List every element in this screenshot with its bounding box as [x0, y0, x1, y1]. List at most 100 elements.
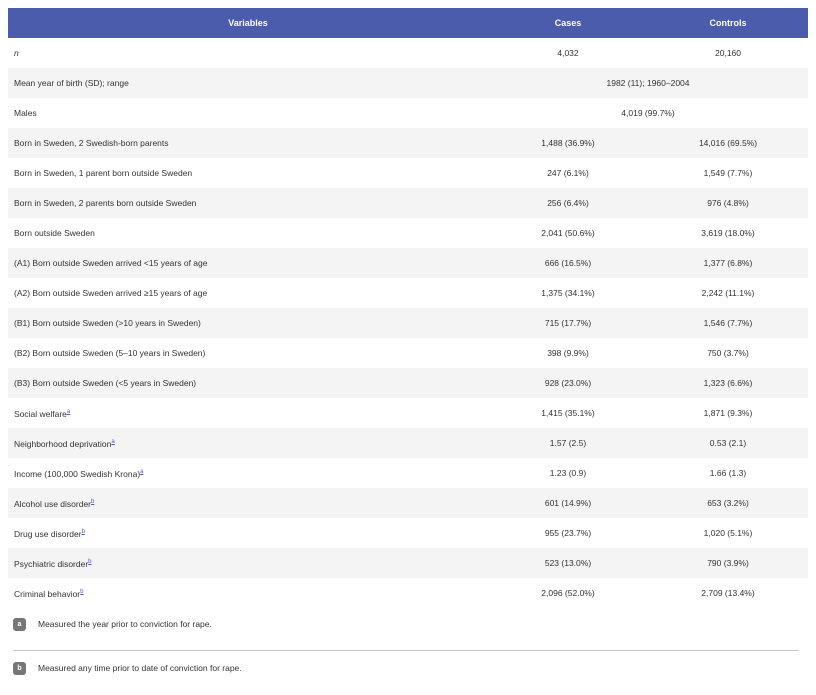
row-label-text: Born in Sweden, 2 parents born outside S…: [14, 198, 197, 208]
cases-value: 955 (23.7%): [488, 518, 648, 548]
row-label: Psychiatric disorderb: [8, 548, 488, 578]
footnote-ref[interactable]: a: [67, 407, 70, 415]
cases-value: 247 (6.1%): [488, 158, 648, 188]
table-row: (A1) Born outside Sweden arrived <15 yea…: [8, 248, 808, 278]
row-label: Born in Sweden, 2 parents born outside S…: [8, 188, 488, 218]
table-body: n 4,032 20,160 Mean year of birth (SD); ran…: [8, 38, 808, 608]
controls-value: 1,020 (5.1%): [648, 518, 808, 548]
footnote-ref-link[interactable]: a: [140, 469, 143, 475]
table-row: Mean year of birth (SD); range 1982 (11);…: [8, 68, 808, 98]
row-label-text: (A2) Born outside Sweden arrived ≥15 yea…: [14, 288, 208, 298]
cases-value: 4,032: [488, 38, 648, 68]
table-row: Born in Sweden, 2 Swedish-born parents 1,…: [8, 128, 808, 158]
footnote-a-text: Measured the year prior to conviction fo…: [38, 619, 212, 629]
controls-value: 653 (3.2%): [648, 488, 808, 518]
cases-value: 928 (23.0%): [488, 368, 648, 398]
row-label: (A2) Born outside Sweden arrived ≥15 yea…: [8, 278, 488, 308]
row-label: (B1) Born outside Sweden (>10 years in S…: [8, 308, 488, 338]
row-label: Males: [8, 98, 488, 128]
controls-value: 2,242 (11.1%): [648, 278, 808, 308]
cases-value: 1,488 (36.9%): [488, 128, 648, 158]
row-label-text: (B1) Born outside Sweden (>10 years in S…: [14, 318, 201, 328]
footnote-a-badge: a: [13, 617, 26, 631]
cases-value: 1,375 (34.1%): [488, 278, 648, 308]
table-row: Born in Sweden, 2 parents born outside S…: [8, 188, 808, 218]
row-label: Social welfarea: [8, 398, 488, 428]
cases-value: 1,415 (35.1%): [488, 398, 648, 428]
controls-value: 750 (3.7%): [648, 338, 808, 368]
footnote-ref[interactable]: b: [82, 527, 85, 535]
header-variables: Variables: [8, 8, 488, 38]
row-label-text: n: [14, 48, 19, 58]
row-label-text: Psychiatric disorder: [14, 558, 89, 569]
controls-value: 0.53 (2.1): [648, 428, 808, 458]
footnote-a: a Measured the year prior to conviction …: [13, 611, 799, 637]
row-label: Born in Sweden, 2 Swedish-born parents: [8, 128, 488, 158]
footnote-ref[interactable]: a: [111, 437, 114, 445]
row-label-text: Alcohol use disorder: [14, 498, 92, 509]
header-cases: Cases: [488, 8, 648, 38]
controls-value: 1,549 (7.7%): [648, 158, 808, 188]
row-label-text: Males: [14, 108, 37, 118]
row-label: Born in Sweden, 1 parent born outside Sw…: [8, 158, 488, 188]
footnote-ref-link[interactable]: a: [67, 409, 70, 415]
footnote-ref-link[interactable]: b: [91, 499, 94, 505]
footnote-ref[interactable]: b: [88, 557, 91, 565]
table-row: (B2) Born outside Sweden (5–10 years in …: [8, 338, 808, 368]
footnote-ref-link[interactable]: b: [80, 589, 83, 595]
cases-value: 715 (17.7%): [488, 308, 648, 338]
controls-value: 1.66 (1.3): [648, 458, 808, 488]
controls-value: 3,619 (18.0%): [648, 218, 808, 248]
table-row: n 4,032 20,160: [8, 38, 808, 68]
footnote-ref[interactable]: b: [91, 497, 94, 505]
cases-value: 1.57 (2.5): [488, 428, 648, 458]
footnotes: a Measured the year prior to conviction …: [13, 611, 799, 681]
cases-value: 398 (9.9%): [488, 338, 648, 368]
row-label-text: Born in Sweden, 1 parent born outside Sw…: [14, 168, 193, 178]
combined-value: 1982 (11); 1960–2004: [488, 68, 808, 98]
footnote-ref-link[interactable]: b: [82, 529, 85, 535]
controls-value: 2,709 (13.4%): [648, 578, 808, 608]
table-row: (A2) Born outside Sweden arrived ≥15 yea…: [8, 278, 808, 308]
row-label: n: [8, 38, 488, 68]
row-label: Born outside Sweden: [8, 218, 488, 248]
row-label: (A1) Born outside Sweden arrived <15 yea…: [8, 248, 488, 278]
controls-value: 14,016 (69.5%): [648, 128, 808, 158]
row-label: Alcohol use disorderb: [8, 488, 488, 518]
table-row: Males 4,019 (99.7%): [8, 98, 808, 128]
row-label: Mean year of birth (SD); range: [8, 68, 488, 98]
cases-value: 2,096 (52.0%): [488, 578, 648, 608]
table-row: Psychiatric disorderb 523 (13.0%) 790 (3.9…: [8, 548, 808, 578]
row-label-text: Born in Sweden, 2 Swedish-born parents: [14, 138, 169, 148]
footnote-ref[interactable]: b: [80, 587, 83, 595]
cases-value: 1.23 (0.9): [488, 458, 648, 488]
row-label: Income (100,000 Swedish Krona)a: [8, 458, 488, 488]
row-label-text: Drug use disorder: [14, 528, 82, 539]
page: Variables Cases Controls n 4,032 20,160 Mea…: [0, 0, 816, 695]
table-row: (B1) Born outside Sweden (>10 years in S…: [8, 308, 808, 338]
table-row: Income (100,000 Swedish Krona)a 1.23 (0.9…: [8, 458, 808, 488]
row-label: Drug use disorderb: [8, 518, 488, 548]
row-label: (B3) Born outside Sweden (<5 years in Sw…: [8, 368, 488, 398]
controls-value: 1,323 (6.6%): [648, 368, 808, 398]
cases-value: 2,041 (50.6%): [488, 218, 648, 248]
footnote-ref-link[interactable]: b: [88, 559, 91, 565]
table-row: Criminal behaviorb 2,096 (52.0%) 2,709 (13…: [8, 578, 808, 608]
table-row: Born in Sweden, 1 parent born outside Sw…: [8, 158, 808, 188]
row-label-text: Criminal behavior: [14, 588, 81, 599]
combined-value: 4,019 (99.7%): [488, 98, 808, 128]
table-row: Neighborhood deprivationa 1.57 (2.5) 0.53 …: [8, 428, 808, 458]
row-label: Neighborhood deprivationa: [8, 428, 488, 458]
header-controls: Controls: [648, 8, 808, 38]
table-row: Drug use disorderb 955 (23.7%) 1,020 (5.1%…: [8, 518, 808, 548]
data-table: Variables Cases Controls n 4,032 20,160 Mea…: [8, 8, 808, 608]
controls-value: 1,871 (9.3%): [648, 398, 808, 428]
cases-value: 666 (16.5%): [488, 248, 648, 278]
footnote-ref[interactable]: a: [140, 467, 143, 475]
controls-value: 790 (3.9%): [648, 548, 808, 578]
footnote-b-text: Measured any time prior to date of convi…: [38, 663, 242, 673]
row-label-text: Neighborhood deprivation: [14, 438, 112, 449]
cases-value: 523 (13.0%): [488, 548, 648, 578]
footnote-ref-link[interactable]: a: [111, 439, 114, 445]
table-row: Alcohol use disorderb 601 (14.9%) 653 (3.2…: [8, 488, 808, 518]
